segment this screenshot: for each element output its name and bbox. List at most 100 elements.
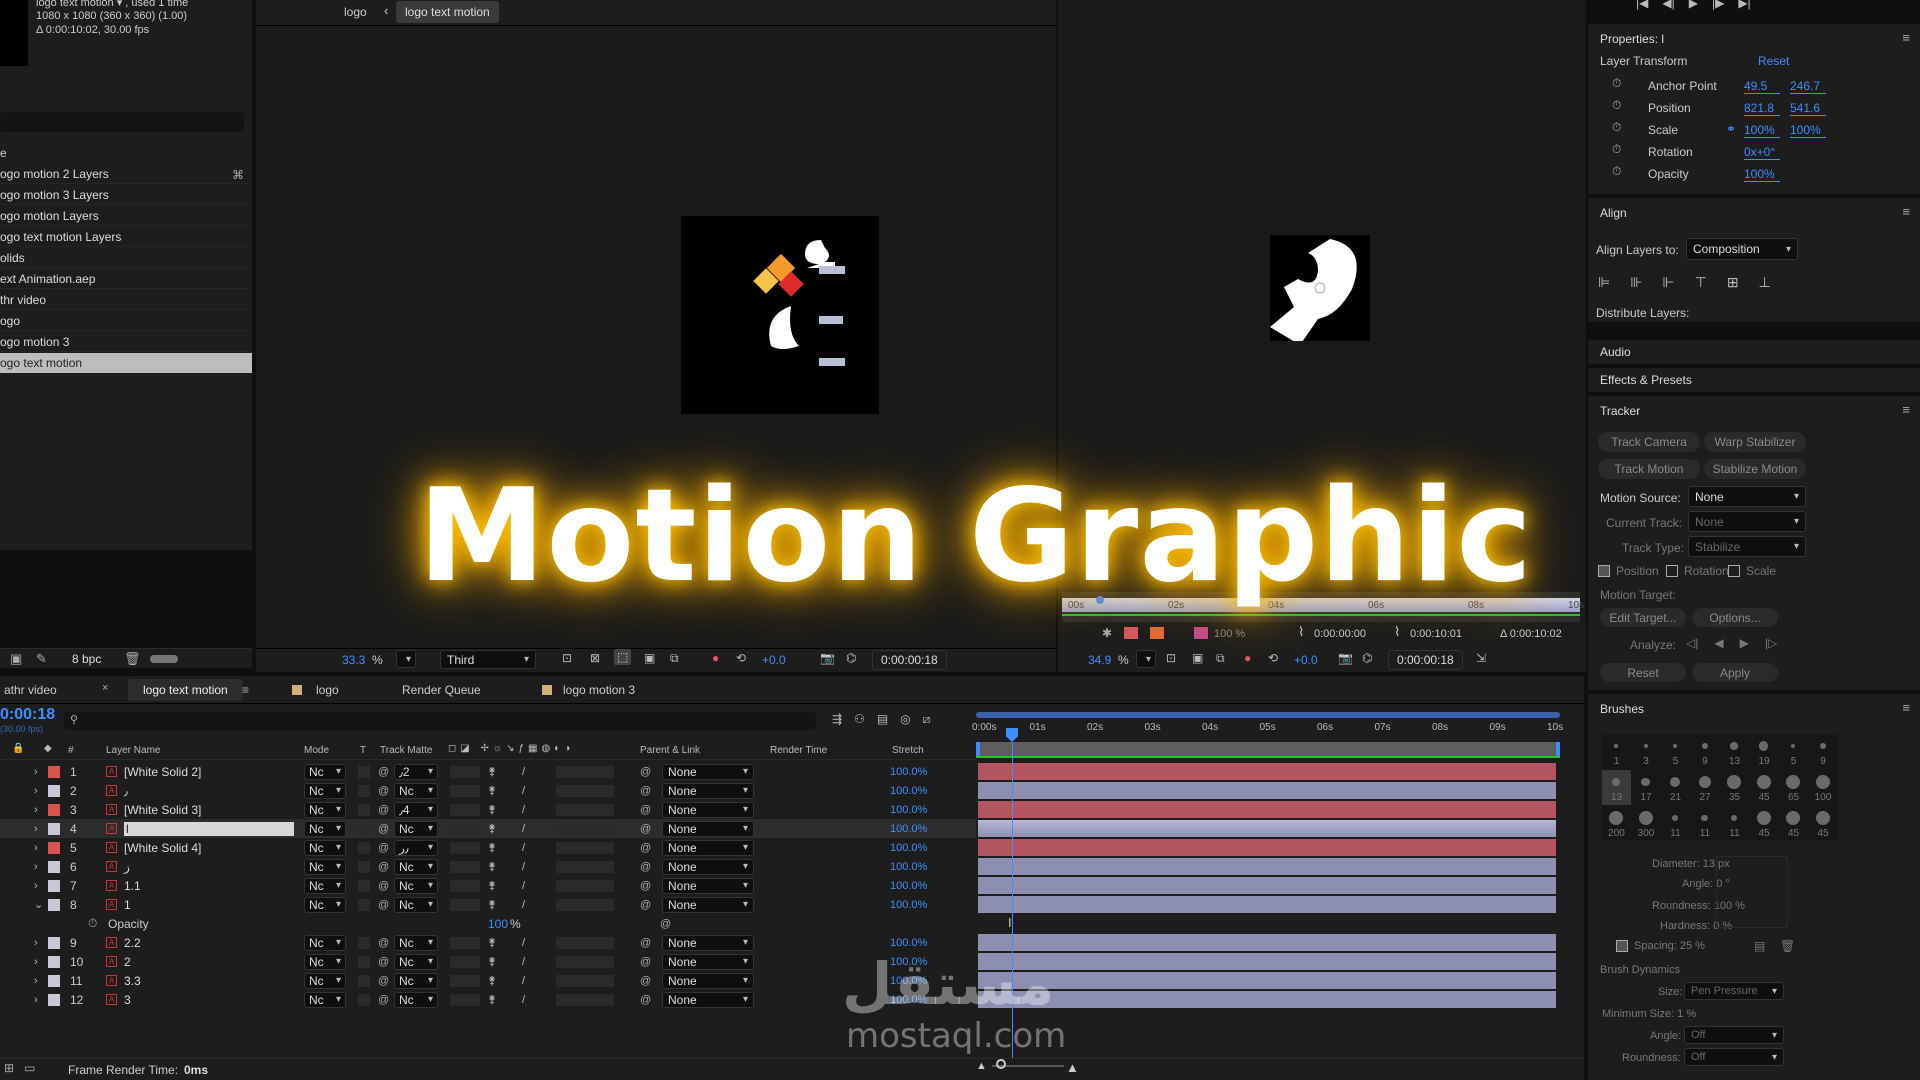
shy-switch-icon[interactable]: ⚵ (488, 784, 496, 797)
layer-duration-bar[interactable] (978, 763, 1556, 780)
first-frame-icon[interactable]: |◀ (1636, 0, 1648, 10)
stretch-value[interactable]: 100.0% (890, 937, 927, 949)
track-matte-dropdown[interactable]: Nc ▾ (394, 972, 438, 989)
label-color[interactable] (48, 974, 60, 987)
mode-dropdown[interactable]: Nc ▾ (304, 763, 346, 780)
label-color[interactable] (48, 955, 60, 968)
label-color[interactable] (48, 898, 60, 911)
trash-icon[interactable]: 🗑 (124, 651, 141, 667)
track-matte-dropdown[interactable]: Nc ▾ (394, 991, 438, 1008)
menu-icon[interactable]: ≡ (1902, 204, 1910, 219)
in-point-time[interactable]: 0:00:00:00 (1314, 628, 1366, 640)
preserve-transparency-box[interactable] (358, 841, 370, 854)
shy-switch-icon[interactable]: ⚵ (488, 803, 496, 816)
layer-zoom-dropdown[interactable]: ▾ (1136, 650, 1156, 668)
switch-boxes-2[interactable] (556, 993, 614, 1006)
label-color[interactable] (48, 993, 60, 1006)
expand-chevron-icon[interactable]: › (34, 785, 38, 797)
quality-switch-icon[interactable]: / (522, 975, 525, 987)
min-size[interactable]: Minimum Size: 1 % (1602, 1008, 1696, 1020)
warp-stabilizer-button[interactable]: Warp Stabilizer (1704, 432, 1806, 452)
track-matte-dropdown[interactable]: Nc ▾ (394, 953, 438, 970)
parent-pickwhip-icon[interactable]: @ (640, 937, 651, 949)
layer-name[interactable]: 3.3 (124, 974, 294, 988)
quality-switch-icon[interactable]: / (522, 785, 525, 797)
expand-chevron-icon[interactable]: › (34, 994, 38, 1006)
parent-pickwhip-icon[interactable]: @ (640, 899, 651, 911)
quality-switch-icon[interactable]: / (522, 804, 525, 816)
project-item[interactable]: ogo motion Layers (0, 206, 252, 226)
tab-logo[interactable]: logo (344, 5, 367, 19)
expand-chevron-icon[interactable]: › (34, 804, 38, 816)
preserve-transparency-box[interactable] (358, 765, 370, 778)
preserve-transparency-box[interactable] (358, 955, 370, 968)
expand-chevron-icon[interactable]: › (34, 766, 38, 778)
zoom-in-icon[interactable]: ▲ (1066, 1060, 1079, 1075)
shy-switch-icon[interactable]: ⚵ (488, 993, 496, 1006)
quality-switch-icon[interactable]: / (522, 842, 525, 854)
parent-pickwhip-icon[interactable]: @ (640, 823, 651, 835)
puppet-icon[interactable]: ✱ (1102, 626, 1112, 640)
parent-dropdown[interactable]: None ▾ (662, 896, 754, 913)
preserve-transparency-box[interactable] (358, 860, 370, 873)
switch-boxes-2[interactable] (556, 841, 614, 854)
play-icon[interactable]: ▶ (1689, 0, 1698, 10)
matte-spiral-icon[interactable]: @ (378, 937, 389, 949)
brush-preset[interactable]: 5 (1661, 734, 1690, 769)
analyze-back-frame-icon[interactable]: ◁| (1686, 636, 1698, 650)
preserve-transparency-box[interactable] (358, 898, 370, 911)
align-to-dropdown[interactable]: Composition ▾ (1686, 238, 1798, 260)
matte-spiral-icon[interactable]: @ (378, 823, 389, 835)
layer-row[interactable]: › 5 A [White Solid 4] Nc ▾ @ ٫ر ▾ ⚵ / @ None ▾ 100.0% (0, 838, 976, 857)
mode-dropdown[interactable]: Nc ▾ (304, 858, 346, 875)
switch-boxes[interactable] (450, 841, 480, 854)
track-matte-dropdown[interactable]: ٫2 ▾ (394, 763, 438, 780)
project-item[interactable]: ogo text motion (0, 353, 252, 373)
brush-preset[interactable]: 9 (1691, 734, 1720, 769)
layer-duration-bar[interactable] (978, 801, 1556, 818)
analyze-forward-icon[interactable]: ▶ (1740, 636, 1749, 650)
matte-spiral-icon[interactable]: @ (378, 994, 389, 1006)
comp-flowchart-icon[interactable]: ⇶ (832, 712, 842, 727)
stretch-value[interactable]: 100.0% (890, 861, 927, 873)
layer-channel-icon[interactable]: ● (1244, 651, 1251, 665)
parent-dropdown[interactable]: None ▾ (662, 801, 754, 818)
matte-spiral-icon[interactable]: @ (378, 975, 389, 987)
stopwatch-icon[interactable]: ⏱ (1612, 98, 1621, 113)
expand-chevron-icon[interactable]: › (34, 956, 38, 968)
preserve-transparency-box[interactable] (358, 936, 370, 949)
parent-pickwhip-icon[interactable]: @ (640, 956, 651, 968)
shy-switch-icon[interactable]: ⚵ (488, 936, 496, 949)
expand-chevron-icon[interactable]: › (34, 861, 38, 873)
stretch-header[interactable]: Stretch (892, 745, 924, 756)
preserve-transparency-box[interactable] (358, 822, 370, 835)
switch-boxes[interactable] (450, 765, 480, 778)
mode-dropdown[interactable]: Nc ▾ (304, 877, 346, 894)
stopwatch-icon[interactable]: ⏱ (88, 916, 97, 931)
project-item[interactable]: thr video (0, 290, 252, 310)
layer-row[interactable]: › 12 A 3 Nc ▾ @ Nc ▾ ⚵ / @ None ▾ 100.0% (0, 990, 976, 1009)
layer-name[interactable]: ز (124, 860, 294, 874)
new-folder-icon[interactable]: ✎ (36, 651, 47, 667)
switch-boxes-2[interactable] (556, 936, 614, 949)
parent-dropdown[interactable]: None ▾ (662, 953, 754, 970)
render-icon[interactable]: ⊞ (4, 1061, 14, 1075)
menu-icon[interactable]: ≡ (1902, 402, 1910, 417)
shy-switch-icon[interactable]: ⚵ (488, 841, 496, 854)
track-motion-button[interactable]: Track Motion (1598, 459, 1700, 479)
brush-preset[interactable]: 19 (1750, 734, 1779, 769)
scale-checkbox[interactable]: Scale (1728, 564, 1776, 578)
property-value-2[interactable]: 541.6 (1790, 101, 1826, 116)
color-swatch-red[interactable] (1124, 627, 1138, 639)
layer-snapshot-icon[interactable]: 📷 (1338, 651, 1353, 665)
analyze-forward-frame-icon[interactable]: |▷ (1765, 636, 1777, 650)
constrain-link-icon[interactable]: ⚭ (1726, 122, 1736, 136)
effects-panel[interactable]: Effects & Presets (1588, 368, 1920, 392)
thumbnail-slider[interactable] (150, 655, 178, 663)
parent-pickwhip-icon[interactable]: @ (640, 994, 651, 1006)
track-matte-dropdown[interactable]: Nc ▾ (394, 782, 438, 799)
motion-source-dropdown[interactable]: None ▾ (1688, 486, 1806, 507)
brush-preset[interactable]: 11 (1661, 806, 1690, 841)
layer-duration-bar[interactable] (978, 858, 1556, 875)
layer-duration-bar[interactable] (978, 991, 1556, 1008)
